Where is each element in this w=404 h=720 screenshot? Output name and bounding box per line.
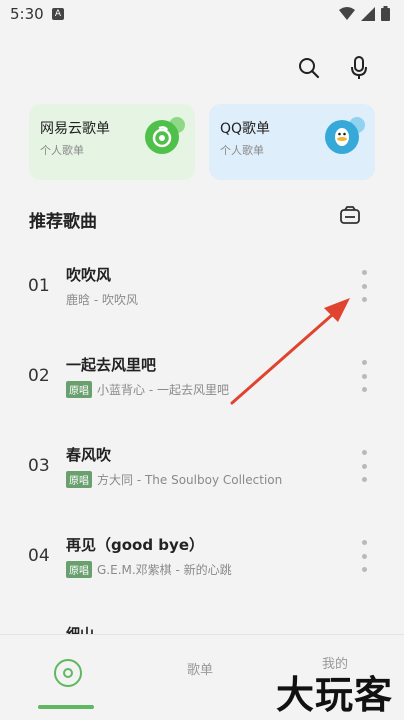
cassette-icon [340, 206, 360, 224]
nav-home-button[interactable] [54, 659, 82, 687]
wifi-icon [339, 6, 355, 20]
song-meta: 鹿晗 - 吹吹风 [66, 291, 138, 308]
more-options-button[interactable] [358, 270, 370, 302]
netease-playlist-card[interactable]: 网易云歌单 个人歌单 [29, 104, 195, 180]
more-dot-icon [361, 283, 367, 289]
more-options-button[interactable] [358, 540, 370, 572]
more-dot-icon [361, 360, 367, 365]
nav-active-indicator [38, 705, 94, 709]
more-dot-icon [361, 540, 367, 545]
status-bar: 5:30 A [0, 0, 404, 28]
microphone-icon [351, 56, 367, 79]
more-dot-icon [361, 567, 367, 572]
notification-icon: A [52, 8, 64, 20]
song-artist-album: 鹿晗 - 吹吹风 [66, 293, 138, 307]
song-row[interactable]: 02 一起去风里吧 原唱 小蓝背心 - 一起去风里吧 [0, 348, 404, 408]
more-dot-icon [361, 270, 367, 275]
song-meta: 原唱 G.E.M.邓紫棋 - 新的心跳 [66, 561, 232, 578]
more-dot-icon [361, 387, 367, 392]
more-dot-icon [361, 297, 367, 302]
more-dot-icon [361, 463, 367, 469]
netease-logo-icon [145, 120, 179, 154]
song-row[interactable]: 04 再见（good bye） 原唱 G.E.M.邓紫棋 - 新的心跳 [0, 528, 404, 588]
song-number: 02 [28, 366, 50, 386]
song-meta: 原唱 小蓝背心 - 一起去风里吧 [66, 381, 229, 398]
search-button[interactable] [296, 55, 322, 81]
song-artist-album: 小蓝背心 - 一起去风里吧 [97, 383, 229, 397]
status-time: 5:30 [10, 5, 44, 23]
song-meta: 原唱 方大同 - The Soulboy Collection [66, 471, 282, 488]
card-title: QQ歌单 [220, 121, 271, 137]
status-indicators [339, 6, 390, 21]
battery-icon [381, 6, 390, 21]
song-number: 03 [28, 456, 50, 476]
more-options-button[interactable] [358, 450, 370, 482]
song-row[interactable]: 01 吹吹风 鹿晗 - 吹吹风 [0, 258, 404, 318]
song-artist-album: G.E.M.邓紫棋 - 新的心跳 [97, 563, 232, 577]
original-badge: 原唱 [66, 561, 92, 578]
top-actions [296, 55, 372, 81]
song-row[interactable]: 03 春风吹 原唱 方大同 - The Soulboy Collection [0, 438, 404, 498]
more-dot-icon [361, 477, 367, 482]
more-options-button[interactable] [358, 360, 370, 392]
card-subtitle: 个人歌单 [40, 144, 84, 157]
song-title: 一起去风里吧 [66, 356, 157, 374]
search-icon [299, 58, 320, 79]
more-dot-icon [361, 373, 367, 379]
home-icon [63, 668, 73, 678]
nav-playlist-tab[interactable]: 歌单 [187, 659, 213, 678]
song-title: 再见（good bye） [66, 536, 204, 554]
original-badge: 原唱 [66, 381, 92, 398]
more-dot-icon [361, 450, 367, 455]
song-title: 吹吹风 [66, 266, 112, 284]
song-number: 01 [28, 276, 50, 296]
song-artist-album: 方大同 - The Soulboy Collection [97, 473, 283, 487]
song-number: 04 [28, 546, 50, 566]
card-subtitle: 个人歌单 [220, 144, 264, 157]
qq-playlist-card[interactable]: QQ歌单 个人歌单 [209, 104, 375, 180]
more-dot-icon [361, 553, 367, 559]
qq-logo-icon [325, 120, 359, 154]
cassette-button[interactable] [338, 204, 362, 228]
song-title: 春风吹 [66, 446, 112, 464]
card-title: 网易云歌单 [40, 121, 110, 137]
watermark-logo: 大玩客 [276, 673, 394, 717]
original-badge: 原唱 [66, 471, 92, 488]
signal-icon [361, 6, 375, 21]
voice-search-button[interactable] [346, 55, 372, 81]
section-title: 推荐歌曲 [29, 212, 97, 232]
